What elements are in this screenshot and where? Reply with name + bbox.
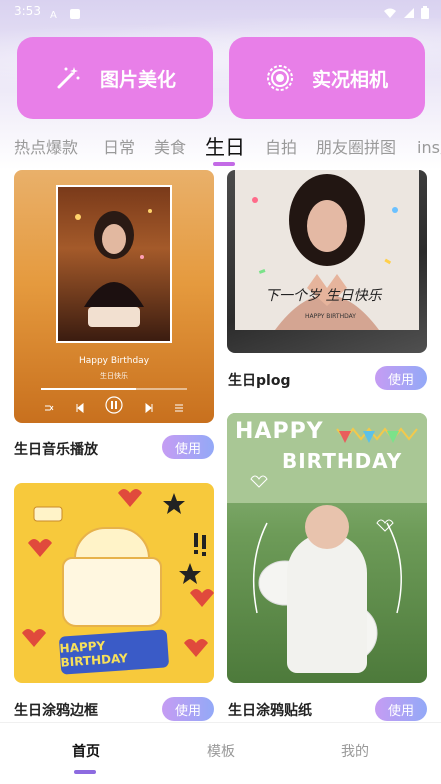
music-progress-bar [41, 388, 187, 390]
photo-beautify-button[interactable]: 图片美化 [17, 37, 213, 119]
status-bar: 3:53 A [0, 0, 441, 24]
tab-active-indicator [213, 162, 235, 166]
nav-home[interactable]: 首页 [46, 741, 126, 761]
signal-icon [403, 4, 415, 23]
kid-head [305, 505, 349, 549]
use-button-music[interactable]: 使用 [162, 435, 214, 459]
tab-birthday[interactable]: 生日 [205, 131, 245, 160]
card-title-doodle: 生日涂鸦边框 [14, 703, 98, 719]
sticker-headline-birthday: BIRTHDAY [282, 449, 403, 473]
card-title-music: 生日音乐播放 [14, 442, 98, 458]
previous-icon [75, 398, 85, 417]
live-camera-icon [266, 64, 294, 92]
song-title: Happy Birthday [78, 356, 150, 366]
wifi-icon [383, 4, 397, 23]
template-card-doodle[interactable]: HAPPY BIRTHDAY [14, 483, 214, 683]
svg-text:A: A [50, 10, 57, 20]
music-controls [44, 396, 184, 418]
magic-wand-icon [54, 64, 82, 92]
status-right [383, 4, 429, 23]
tab-ins[interactable]: ins风 [417, 134, 441, 158]
tab-hot[interactable]: 热点爆款 [14, 134, 78, 158]
template-card-sticker[interactable]: HAPPY BIRTHDAY [227, 413, 427, 683]
card-title-sticker: 生日涂鸦贴纸 [228, 703, 312, 719]
shuffle-icon [44, 398, 54, 417]
pause-icon [105, 396, 123, 418]
cake-base [62, 557, 162, 627]
tab-food[interactable]: 美食 [154, 134, 186, 158]
nav-active-indicator [74, 770, 96, 774]
template-card-music[interactable]: Happy Birthday 生日快乐 [14, 170, 214, 423]
nav-mine[interactable]: 我的 [315, 741, 395, 761]
song-subtitle: 生日快乐 [100, 372, 128, 380]
template-card-plog[interactable]: 下一个岁 生日快乐 HAPPY BIRTHDAY [227, 170, 427, 353]
plog-overlay-text: 下一个岁 生日快乐 [265, 288, 382, 304]
plog-photo: 下一个岁 生日快乐 HAPPY BIRTHDAY [235, 170, 419, 330]
doodle-banner: HAPPY BIRTHDAY [58, 629, 170, 675]
plog-photo-illustration [235, 170, 419, 330]
next-icon [144, 398, 154, 417]
notification-square-icon [69, 5, 81, 19]
kid-body [287, 533, 367, 673]
nav-templates[interactable]: 模板 [181, 741, 261, 761]
battery-icon [421, 4, 429, 23]
plog-overlay-small: HAPPY BIRTHDAY [305, 313, 356, 320]
music-progress-fill [41, 388, 136, 390]
playlist-icon [174, 398, 184, 417]
tab-daily[interactable]: 日常 [103, 134, 135, 158]
category-tabs: 热点爆款 日常 美食 生日 自拍 朋友圈拼图 ins风 [0, 130, 441, 166]
status-left: 3:53 A [14, 4, 81, 21]
music-photo-illustration [75, 209, 152, 327]
use-button-plog[interactable]: 使用 [375, 366, 427, 390]
tab-selfie[interactable]: 自拍 [265, 134, 297, 158]
tab-moments-collage[interactable]: 朋友圈拼图 [316, 134, 396, 158]
card-title-plog: 生日plog [228, 373, 291, 389]
use-button-sticker[interactable]: 使用 [375, 697, 427, 721]
status-time: 3:53 [14, 4, 41, 18]
sticker-headline-happy: HAPPY [235, 419, 324, 444]
notification-a-icon: A [49, 5, 61, 21]
live-camera-button[interactable]: 实况相机 [229, 37, 425, 119]
bottom-navigation: 首页 模板 我的 [0, 722, 441, 784]
live-camera-label: 实况相机 [311, 68, 388, 91]
photo-beautify-label: 图片美化 [99, 68, 176, 91]
music-photo-frame [56, 185, 172, 343]
use-button-doodle[interactable]: 使用 [162, 697, 214, 721]
